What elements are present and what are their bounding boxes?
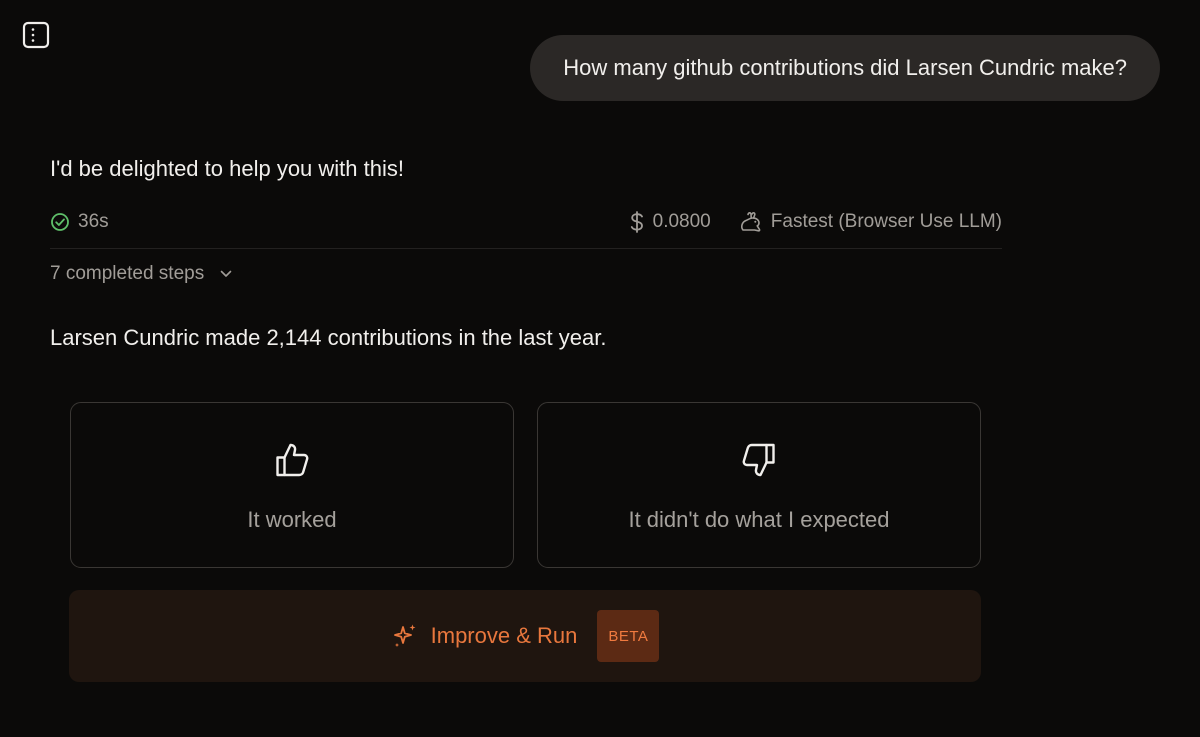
feedback-negative-label: It didn't do what I expected [628, 507, 890, 532]
sidebar-icon [22, 21, 50, 49]
task-duration: 36s [50, 206, 109, 238]
steps-label: 7 completed steps [50, 263, 205, 284]
assistant-intro: I'd be delighted to help you with this! [50, 156, 404, 181]
feedback-positive-button[interactable]: It worked [70, 402, 514, 568]
chevron-down-icon [220, 270, 232, 278]
cost-text: 0.0800 [652, 211, 711, 232]
feedback-negative-button[interactable]: It didn't do what I expected [537, 402, 981, 568]
thumbs-down-icon [739, 440, 779, 480]
sidebar-toggle-button[interactable] [22, 21, 50, 49]
task-cost: 0.0800 [630, 211, 711, 233]
model-text: Fastest (Browser Use LLM) [770, 211, 1002, 232]
improve-and-run-label: Improve & Run [430, 623, 578, 648]
beta-badge: BETA [597, 610, 660, 662]
thumbs-up-icon [272, 440, 312, 480]
user-message: How many github contributions did Larsen… [530, 35, 1160, 101]
assistant-answer: Larsen Cundric made 2,144 contributions … [50, 325, 607, 350]
dollar-icon [630, 211, 644, 233]
feedback-positive-label: It worked [247, 507, 337, 532]
completed-steps-toggle[interactable]: 7 completed steps [50, 263, 232, 285]
task-model: Fastest (Browser Use LLM) [739, 211, 1002, 233]
check-circle-icon [50, 212, 70, 232]
task-meta-row: 36s 0.0800 Fastest (Browser Use LLM) [50, 206, 1002, 249]
user-message-text: How many github contributions did Larsen… [563, 55, 1127, 80]
improve-and-run-button[interactable]: Improve & Run BETA [69, 590, 981, 682]
duration-text: 36s [78, 211, 109, 232]
sparkles-icon [391, 622, 419, 650]
rabbit-icon [739, 211, 763, 233]
